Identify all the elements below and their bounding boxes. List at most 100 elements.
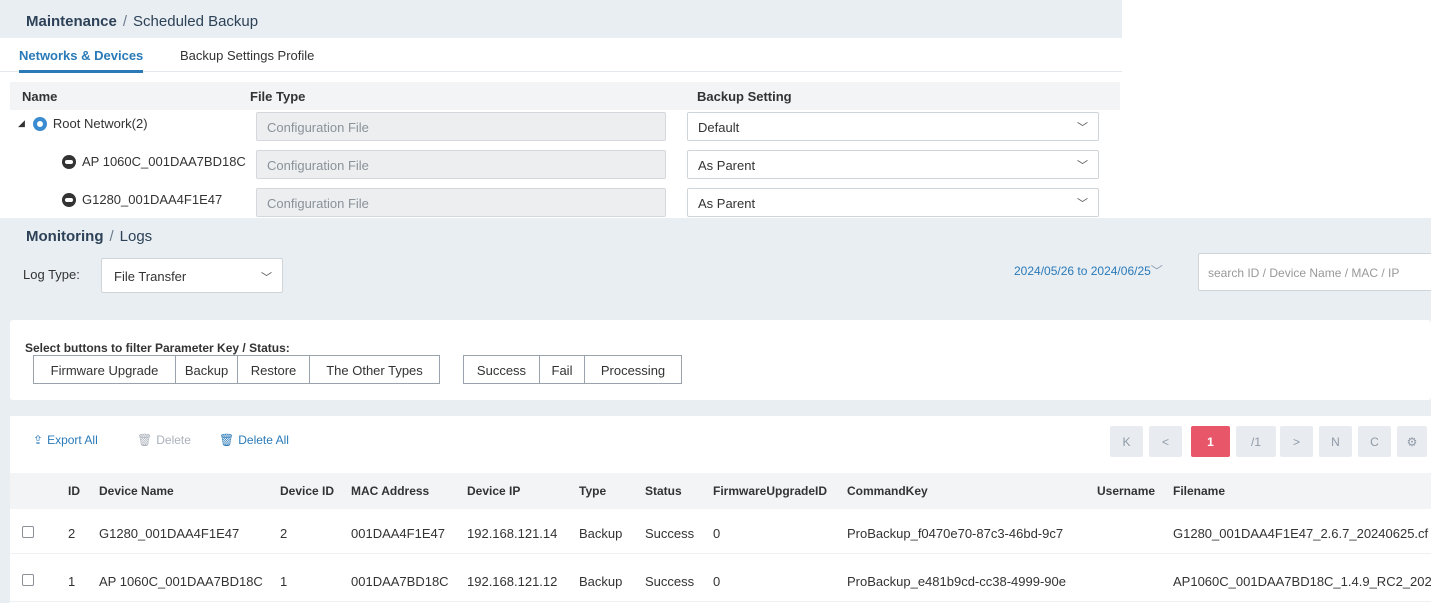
cell-firmware-upgrade-id: 0 [713, 526, 721, 541]
breadcrumb-separator: / [109, 228, 114, 245]
filter-backup-button[interactable]: Backup [175, 355, 238, 384]
chevron-down-icon: ﹀ [1150, 264, 1163, 278]
refresh-icon[interactable]: C [1358, 426, 1391, 457]
chevron-down-icon: ﹀ [1077, 160, 1088, 172]
search-input[interactable]: search ID / Device Name / MAC / IP [1198, 253, 1431, 291]
file-type-field: Configuration File [256, 150, 666, 179]
filter-panel: Select buttons to filter Parameter Key /… [10, 320, 1431, 400]
row-name: AP 1060C_001DAA7BD18C [82, 154, 246, 169]
column-username: Username [1097, 484, 1156, 498]
cell-id: 1 [68, 574, 76, 589]
breadcrumb: Monitoring / Logs [26, 228, 152, 245]
filter-success-button[interactable]: Success [463, 355, 540, 384]
delete-all-label: Delete All [238, 433, 289, 447]
file-type-field: Configuration File [256, 112, 666, 141]
backup-setting-select[interactable]: Default ﹀ [687, 112, 1099, 141]
tab-networks-devices[interactable]: Networks & Devices [19, 48, 144, 73]
parameter-key-filter-group: Firmware Upgrade Backup Restore The Othe… [33, 355, 440, 384]
current-page[interactable]: 1 [1191, 426, 1230, 457]
cell-command-key: ProBackup_f0470e70-87c3-46bd-9c7 [847, 526, 1064, 541]
cell-filename: G1280_001DAA4F1E47_2.6.7_20240625.cf [1173, 526, 1429, 541]
trash-icon: 🗑 [137, 433, 153, 447]
column-file-type: File Type [250, 89, 306, 104]
filter-other-types-button[interactable]: The Other Types [309, 355, 440, 384]
column-device-name: Device Name [99, 484, 174, 498]
column-name: Name [22, 89, 58, 104]
filter-fail-button[interactable]: Fail [539, 355, 585, 384]
table-header: Name File Type Backup Setting [10, 82, 1120, 110]
cell-type: Backup [579, 574, 623, 589]
log-table-header: ID Device Name Device ID MAC Address Dev… [10, 473, 1431, 509]
last-page-button[interactable]: N [1319, 426, 1352, 457]
tab-bar: Networks & Devices Backup Settings Profi… [0, 38, 1122, 73]
cell-status: Success [645, 574, 695, 589]
scheduled-backup-panel: Maintenance / Scheduled Backup Networks & … [0, 0, 1122, 218]
column-mac-address: MAC Address [351, 484, 430, 498]
log-type-select[interactable]: File Transfer ﹀ [101, 258, 283, 293]
backup-setting-value: As Parent [698, 158, 756, 173]
collapse-caret-icon[interactable]: ◢ [18, 118, 25, 129]
column-command-key: CommandKey [847, 484, 928, 498]
column-status: Status [645, 484, 682, 498]
page-title: Scheduled Backup [133, 13, 259, 30]
table-row: ◢ Root Network(2) Configuration File Def… [0, 112, 1122, 150]
page-title: Logs [119, 228, 153, 245]
cell-device-name: G1280_001DAA4F1E47 [99, 526, 240, 541]
column-device-id: Device ID [280, 484, 335, 498]
prev-page-button[interactable]: < [1149, 426, 1182, 457]
cell-device-name: AP 1060C_001DAA7BD18C [99, 574, 263, 589]
delete-button[interactable]: 🗑 Delete [137, 433, 191, 447]
chevron-down-icon: ﹀ [1077, 122, 1088, 134]
row-name: Root Network(2) [52, 116, 148, 131]
breadcrumb-section[interactable]: Maintenance [26, 13, 117, 30]
network-icon [32, 116, 47, 131]
column-device-ip: Device IP [467, 484, 521, 498]
settings-icon[interactable]: ⚙ [1397, 426, 1427, 457]
row-checkbox[interactable] [22, 574, 34, 586]
breadcrumb: Maintenance / Scheduled Backup [0, 0, 1122, 38]
export-icon: ⇪ [33, 433, 44, 447]
cell-mac-address: 001DAA7BD18C [351, 574, 449, 589]
column-id: ID [68, 484, 80, 498]
first-page-button[interactable]: K [1110, 426, 1143, 457]
column-firmware-upgrade-id: FirmwareUpgradeID [713, 484, 828, 498]
backup-setting-select[interactable]: As Parent ﹀ [687, 188, 1099, 217]
logs-panel: Monitoring / Logs Log Type: File Transfer … [0, 218, 1431, 603]
cell-device-id: 1 [280, 574, 288, 589]
file-type-field: Configuration File [256, 188, 666, 217]
tab-backup-settings-profile[interactable]: Backup Settings Profile [180, 48, 314, 63]
delete-all-button[interactable]: 🗑 Delete All [219, 433, 289, 447]
column-type: Type [579, 484, 607, 498]
table-row: AP 1060C_001DAA7BD18C Configuration File… [0, 150, 1122, 188]
cell-id: 2 [68, 526, 76, 541]
cell-device-id: 2 [280, 526, 288, 541]
log-type-label: Log Type: [23, 267, 80, 282]
export-all-label: Export All [47, 433, 98, 447]
backup-setting-select[interactable]: As Parent ﹀ [687, 150, 1099, 179]
next-page-button[interactable]: > [1280, 426, 1313, 457]
column-backup-setting: Backup Setting [697, 89, 792, 104]
row-checkbox[interactable] [22, 526, 34, 538]
column-filename: Filename [1173, 484, 1226, 498]
cell-device-ip: 192.168.121.12 [467, 574, 558, 589]
filter-restore-button[interactable]: Restore [237, 355, 310, 384]
backup-setting-value: Default [698, 120, 740, 135]
table-row: 2 G1280_001DAA4F1E47 2 001DAA4F1E47 192.… [10, 514, 1431, 554]
device-icon [62, 154, 76, 169]
date-range-value: 2024/05/26 to 2024/06/25 [1014, 264, 1151, 278]
cell-device-ip: 192.168.121.14 [467, 526, 558, 541]
cell-firmware-upgrade-id: 0 [713, 574, 721, 589]
cell-mac-address: 001DAA4F1E47 [351, 526, 445, 541]
filter-firmware-upgrade-button[interactable]: Firmware Upgrade [33, 355, 176, 384]
chevron-down-icon: ﹀ [261, 272, 272, 284]
breadcrumb-section[interactable]: Monitoring [26, 228, 103, 245]
breadcrumb-separator: / [122, 13, 128, 30]
filter-processing-button[interactable]: Processing [584, 355, 682, 384]
cell-type: Backup [579, 526, 623, 541]
date-range-picker[interactable]: 2024/05/26 to 2024/06/25﹀ [1014, 262, 1163, 279]
device-icon [62, 192, 76, 207]
cell-command-key: ProBackup_e481b9cd-cc38-4999-90e [847, 574, 1066, 589]
backup-setting-value: As Parent [698, 196, 756, 211]
export-all-button[interactable]: ⇪ Export All [33, 433, 98, 447]
filter-title: Select buttons to filter Parameter Key /… [25, 341, 290, 355]
